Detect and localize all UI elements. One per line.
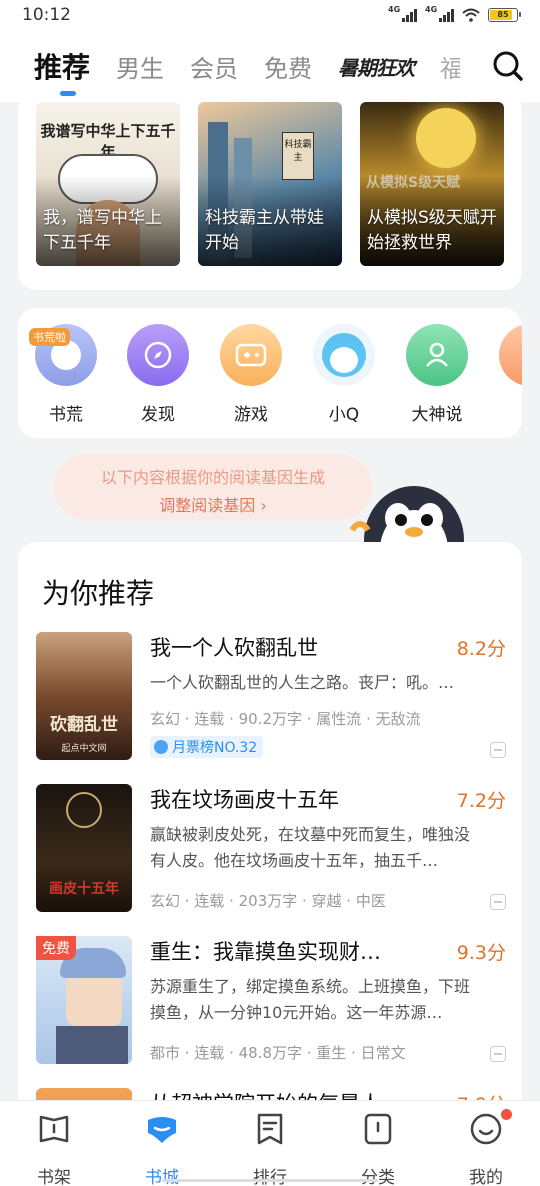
penguin-avatar-icon: 书荒啦 [29, 324, 97, 386]
entry-label: 小Q [328, 405, 360, 425]
book-card[interactable]: 我谱写中华上下五千年 我，谱写中华上下五千年 [36, 102, 180, 266]
entry-xiaoq[interactable]: 小Q [304, 324, 384, 425]
book-score: 9.3分 [456, 942, 506, 964]
status-icons: 4G 4G 85 [388, 5, 521, 22]
entry-book-shortage[interactable]: 书荒啦 书荒 [26, 324, 106, 425]
bottom-tab-bar: 书架 书城 排行 分类 我的 [0, 1100, 540, 1186]
book-title: 从超神学院开始的气暴人 [150, 1088, 420, 1100]
nav-bookshelf[interactable]: 书架 [14, 1111, 94, 1186]
book-card[interactable]: 从模拟S级天赋 从模拟S级天赋开始拯救世界 [360, 102, 504, 266]
entry-label: 大神说 [411, 405, 463, 425]
activity-icon [499, 324, 522, 386]
book-score: 7.2分 [456, 790, 506, 812]
rank-icon [154, 740, 168, 754]
ranking-icon [257, 1113, 283, 1145]
smiley-icon [470, 1113, 502, 1145]
tab-vip[interactable]: 会员 [190, 49, 238, 84]
tab-welfare[interactable]: 福 [440, 49, 460, 84]
wifi-icon [462, 8, 480, 22]
adjust-gene-link[interactable]: 调整阅读基因 › [54, 492, 372, 516]
signal-icon: 4G [425, 5, 454, 22]
book-cover: 砍翻乱世 起点中文网 [36, 632, 132, 760]
free-tag: 免费 [36, 936, 76, 960]
book-cover [36, 1088, 132, 1100]
battery-icon: 85 [488, 8, 521, 22]
home-indicator [162, 1179, 378, 1182]
person-icon [406, 324, 468, 386]
nav-label: 分类 [361, 1168, 395, 1186]
status-bar: 10:12 4G 4G 85 [0, 0, 540, 30]
recommend-card: 为你推荐 砍翻乱世 起点中文网 我一个人砍翻乱世 8.2分 一个人砍翻乱世的人生… [18, 542, 522, 1100]
book-list-item[interactable]: 画皮十五年 我在坟场画皮十五年 7.2分 赢缺被剥皮处死，在坟墓中死而复生，唯独… [36, 784, 506, 912]
gamepad-icon [220, 324, 282, 386]
search-button[interactable] [486, 44, 530, 88]
category-icon [364, 1113, 392, 1145]
status-time: 10:12 [22, 5, 71, 25]
entry-label: 发现 [141, 405, 175, 425]
dislike-button[interactable] [490, 742, 506, 758]
notification-dot [501, 1109, 512, 1120]
book-description: 赢缺被剥皮处死，在坟墓中死而复生，唯独没有人皮。他在坟场画皮十五年，抽五千… [150, 825, 471, 870]
tab-summer-promo[interactable]: 暑期狂欢 [338, 52, 415, 81]
entry-activity[interactable]: 活 [490, 324, 522, 425]
book-card[interactable]: 科技霸主 科技霸主从带娃开始 [198, 102, 342, 266]
top-tab-bar: 推荐 男生 会员 免费 暑期狂欢 福 [0, 30, 540, 102]
book-title: 我在坟场画皮十五年 [150, 788, 339, 812]
nav-label: 书城 [145, 1168, 179, 1186]
entry-master-talk[interactable]: 大神说 [397, 324, 477, 425]
book-title: 科技霸主从带娃开始 [205, 208, 324, 253]
content-scroll[interactable]: 我谱写中华上下五千年 我，谱写中华上下五千年 科技霸主 科技霸主从带娃开始 从模… [0, 102, 540, 1100]
book-title: 从模拟S级天赋开始拯救世界 [367, 208, 497, 253]
section-title: 为你推荐 [42, 577, 155, 610]
nav-label: 我的 [469, 1168, 503, 1186]
nav-label: 书架 [37, 1168, 71, 1186]
nav-category[interactable]: 分类 [338, 1111, 418, 1186]
entry-label: 活 [490, 400, 523, 425]
entry-games[interactable]: 游戏 [211, 324, 291, 425]
book-score: 7.9分 [457, 1090, 506, 1100]
tab-male[interactable]: 男生 [116, 49, 164, 84]
hot-books-card: 我谱写中华上下五千年 我，谱写中华上下五千年 科技霸主 科技霸主从带娃开始 从模… [18, 102, 522, 290]
book-list-item[interactable]: 从超神学院开始的气暴人 7.9分 [36, 1088, 506, 1100]
search-icon [493, 51, 523, 81]
rank-badge[interactable]: 月票榜NO.32 [150, 736, 264, 758]
book-meta: 玄幻 · 连载 · 90.2万字 · 属性流 · 无敌流 [150, 710, 421, 728]
compass-icon [127, 324, 189, 386]
dislike-button[interactable] [490, 894, 506, 910]
penguin-mascot-icon [349, 486, 464, 550]
book-title: 我，谱写中华上下五千年 [43, 208, 162, 253]
gene-hint-text: 以下内容根据你的阅读基因生成 [100, 468, 325, 487]
bookstore-icon [148, 1117, 176, 1143]
nav-label: 排行 [253, 1168, 287, 1186]
active-tab-indicator [60, 91, 76, 96]
book-cover: 画皮十五年 [36, 784, 132, 912]
nav-ranking[interactable]: 排行 [230, 1111, 310, 1186]
reading-gene-banner[interactable]: 以下内容根据你的阅读基因生成 调整阅读基因 › [54, 454, 372, 520]
book-meta: 玄幻 · 连载 · 203万字 · 穿越 · 中医 [150, 892, 386, 910]
book-list-item[interactable]: 砍翻乱世 起点中文网 我一个人砍翻乱世 8.2分 一个人砍翻乱世的人生之路。丧尸… [36, 632, 506, 760]
book-meta: 都市 · 连载 · 48.8万字 · 重生 · 日常文 [150, 1044, 406, 1062]
book-title: 重生：我靠摸鱼实现财… [150, 940, 381, 964]
book-list-item[interactable]: 免费 重生：我靠摸鱼实现财… 9.3分 苏源重生了，绑定摸鱼系统。上班摸鱼，下班… [36, 936, 506, 1064]
dislike-button[interactable] [490, 1046, 506, 1062]
book-title: 我一个人砍翻乱世 [150, 636, 318, 660]
entry-discover[interactable]: 发现 [118, 324, 198, 425]
nav-bookstore[interactable]: 书城 [122, 1111, 202, 1186]
signal-icon: 4G [388, 5, 417, 22]
penguin-q-icon [313, 324, 375, 386]
bookshelf-icon [39, 1115, 69, 1143]
book-description: 一个人砍翻乱世的人生之路。丧尸：吼。… [150, 673, 455, 692]
book-score: 8.2分 [456, 638, 506, 660]
quick-entries-card: 书荒啦 书荒 发现 游戏 小Q 大神说 [18, 308, 522, 438]
nav-profile[interactable]: 我的 [446, 1109, 526, 1186]
tab-recommend[interactable]: 推荐 [34, 46, 90, 96]
book-description: 苏源重生了，绑定摸鱼系统。上班摸鱼，下班摸鱼，从一分钟10元开始。这一年苏源… [150, 977, 471, 1022]
entry-label: 书荒 [49, 405, 83, 425]
tab-free[interactable]: 免费 [264, 49, 312, 84]
entry-label: 游戏 [234, 405, 268, 425]
